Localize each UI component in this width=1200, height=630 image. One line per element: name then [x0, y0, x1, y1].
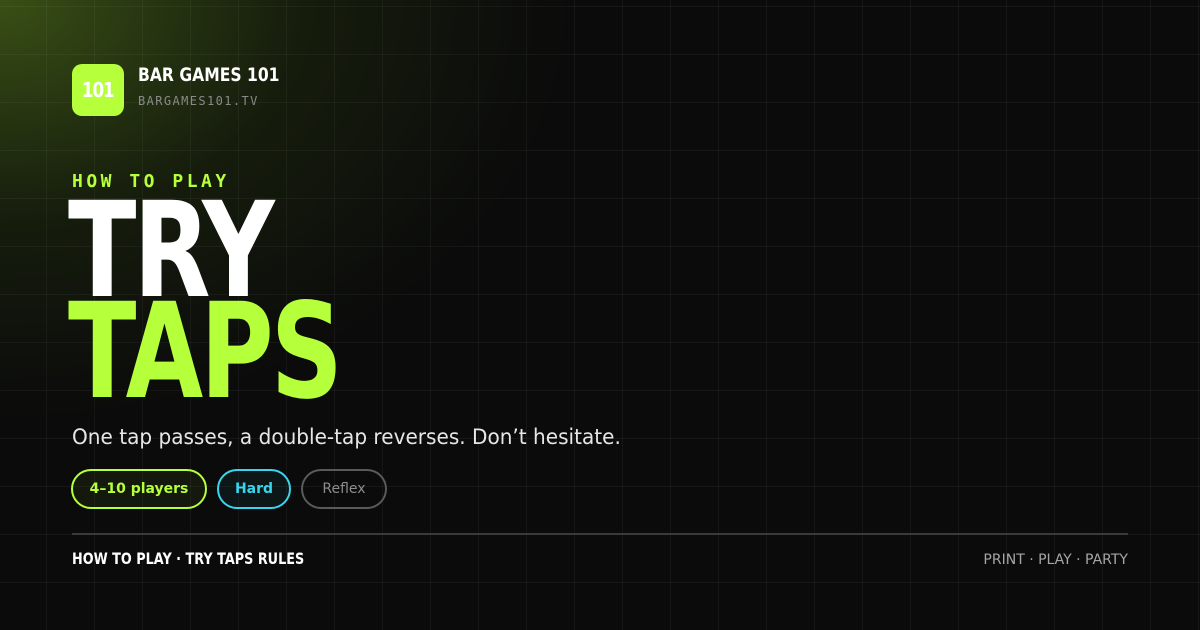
footer-slogan: PRINT · PLAY · PARTY	[983, 552, 1128, 568]
tagline: One tap passes, a double-tap reverses. D…	[72, 425, 621, 449]
players-tag: 4–10 players	[71, 469, 207, 509]
footer-breadcrumb: HOW TO PLAY · TRY TAPS RULES	[72, 549, 305, 568]
page-title-line-2: TAPS	[68, 275, 343, 429]
brand-name: BAR GAMES 101	[138, 64, 280, 86]
category-tag: Reflex	[301, 469, 387, 509]
brand-logo-text: 101	[82, 78, 115, 102]
brand-url[interactable]: BARGAMES101.TV	[138, 94, 259, 108]
brand-logo[interactable]: 101	[72, 64, 124, 116]
difficulty-tag: Hard	[217, 469, 291, 509]
footer-divider	[72, 533, 1128, 535]
og-card: 101 BAR GAMES 101 BARGAMES101.TV HOW TO …	[0, 0, 1200, 630]
